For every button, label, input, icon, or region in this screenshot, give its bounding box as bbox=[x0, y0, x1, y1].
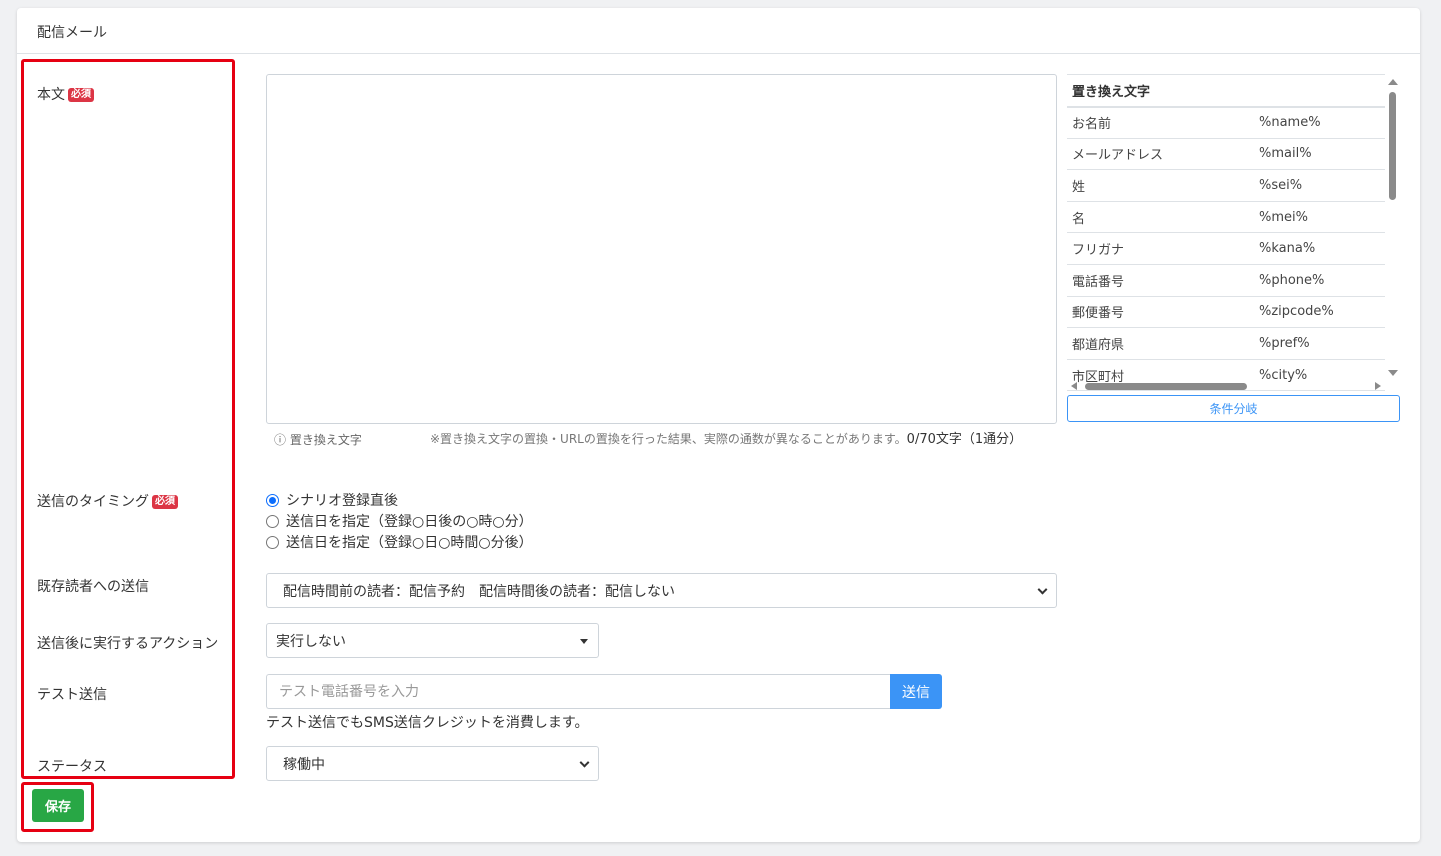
scrollbar-thumb[interactable] bbox=[1085, 383, 1247, 390]
radio-unchecked[interactable] bbox=[266, 514, 279, 528]
replacement-hint-link[interactable]: ⓘ 置き換え文字 bbox=[274, 431, 362, 448]
table-row[interactable]: 都道府県 %pref% bbox=[1067, 327, 1385, 360]
scroll-left-arrow-icon[interactable] bbox=[1071, 382, 1077, 390]
table-row[interactable]: 姓 %sei% bbox=[1067, 169, 1385, 202]
select-value: 稼働中 bbox=[283, 756, 325, 773]
row-code: %name% bbox=[1254, 106, 1385, 139]
test-send-note: テスト送信でもSMS送信クレジットを消費します。 bbox=[266, 715, 589, 731]
card-title: 配信メール bbox=[37, 25, 107, 41]
row-label: 郵便番号 bbox=[1067, 296, 1254, 329]
timing-option-elapsed[interactable]: 送信日を指定（登録○日○時間○分後） bbox=[266, 532, 533, 552]
post-send-action-select[interactable]: 実行しない bbox=[266, 623, 599, 658]
row-label: フリガナ bbox=[1067, 232, 1254, 265]
test-phone-input[interactable] bbox=[266, 674, 890, 709]
body-textarea[interactable] bbox=[266, 74, 1057, 424]
test-send-label: テスト送信 bbox=[37, 687, 107, 703]
char-count-note: ※置き換え文字の置換・URLの置換を行った結果、実際の通数が異なることがあります… bbox=[430, 428, 1022, 447]
replacement-notice: ※置き換え文字の置換・URLの置換を行った結果、実際の通数が異なることがあります… bbox=[430, 432, 907, 446]
row-label: 姓 bbox=[1067, 169, 1254, 202]
row-code: %zipcode% bbox=[1254, 296, 1385, 329]
replacement-table: 置き換え文字 お名前 %name% メールアドレス %mail% 姓 %sei% 名%… bbox=[1067, 74, 1385, 392]
radio-checked[interactable] bbox=[266, 493, 279, 507]
test-send-button[interactable]: 送信 bbox=[890, 674, 942, 709]
timing-label-text: 送信のタイミング bbox=[37, 494, 149, 510]
existing-readers-label: 既存読者への送信 bbox=[37, 579, 149, 595]
select-value: 配信時間前の読者：配信予約 配信時間後の読者：配信しない bbox=[283, 583, 675, 600]
card-header: 配信メール bbox=[17, 8, 1420, 54]
body-label: 本文 必須 bbox=[37, 84, 94, 104]
row-code: %kana% bbox=[1254, 232, 1385, 265]
required-badge: 必須 bbox=[152, 495, 178, 509]
horizontal-scrollbar[interactable] bbox=[1067, 379, 1385, 393]
replacement-table-header: 置き換え文字 bbox=[1067, 74, 1385, 108]
chevron-down-icon bbox=[579, 757, 590, 768]
status-label: ステータス bbox=[37, 759, 107, 775]
row-code: %pref% bbox=[1254, 327, 1385, 360]
vertical-scrollbar[interactable] bbox=[1385, 76, 1399, 376]
scroll-down-arrow-icon[interactable] bbox=[1388, 370, 1398, 376]
table-row[interactable]: お名前 %name% bbox=[1067, 106, 1385, 139]
select-value: 実行しない bbox=[276, 633, 346, 650]
table-row[interactable]: 郵便番号 %zipcode% bbox=[1067, 296, 1385, 329]
radio-label: 送信日を指定（登録○日○時間○分後） bbox=[286, 535, 533, 551]
table-row[interactable]: フリガナ %kana% bbox=[1067, 232, 1385, 265]
conditional-branch-button[interactable]: 条件分岐 bbox=[1067, 395, 1400, 422]
radio-label: 送信日を指定（登録○日後の○時○分） bbox=[286, 514, 533, 530]
body-label-text: 本文 bbox=[37, 87, 65, 103]
row-label: 電話番号 bbox=[1067, 264, 1254, 297]
required-badge: 必須 bbox=[68, 88, 94, 102]
table-row[interactable]: 電話番号 %phone% bbox=[1067, 264, 1385, 297]
scroll-up-arrow-icon[interactable] bbox=[1388, 79, 1398, 85]
replacement-table-panel[interactable]: 置き換え文字 お名前 %name% メールアドレス %mail% 姓 %sei% 名%… bbox=[1067, 74, 1400, 392]
row-label: 名 bbox=[1067, 201, 1254, 234]
row-code: %mei% bbox=[1254, 201, 1385, 234]
timing-label: 送信のタイミング 必須 bbox=[37, 491, 178, 511]
row-code: %phone% bbox=[1254, 264, 1385, 297]
timing-option-days-time[interactable]: 送信日を指定（登録○日後の○時○分） bbox=[266, 511, 533, 531]
row-code: %mail% bbox=[1254, 138, 1385, 171]
row-label: 都道府県 bbox=[1067, 327, 1254, 360]
table-row[interactable]: 名 %mei% bbox=[1067, 201, 1385, 234]
post-send-action-label: 送信後に実行するアクション bbox=[37, 636, 219, 652]
scroll-right-arrow-icon[interactable] bbox=[1375, 382, 1381, 390]
scrollbar-thumb[interactable] bbox=[1389, 92, 1396, 200]
timing-option-immediate[interactable]: シナリオ登録直後 bbox=[266, 490, 398, 510]
radio-label: シナリオ登録直後 bbox=[286, 493, 398, 509]
radio-unchecked[interactable] bbox=[266, 535, 279, 549]
caret-down-icon bbox=[580, 638, 588, 644]
row-label: お名前 bbox=[1067, 106, 1254, 139]
char-count: 0/70文字（1通分） bbox=[906, 432, 1023, 447]
table-row[interactable]: メールアドレス %mail% bbox=[1067, 138, 1385, 171]
save-button[interactable]: 保存 bbox=[32, 789, 84, 822]
status-select[interactable]: 稼働中 bbox=[266, 746, 599, 781]
row-code: %sei% bbox=[1254, 169, 1385, 202]
existing-readers-select[interactable]: 配信時間前の読者：配信予約 配信時間後の読者：配信しない bbox=[266, 573, 1057, 608]
row-label: メールアドレス bbox=[1067, 138, 1254, 171]
chevron-down-icon bbox=[1037, 584, 1048, 595]
